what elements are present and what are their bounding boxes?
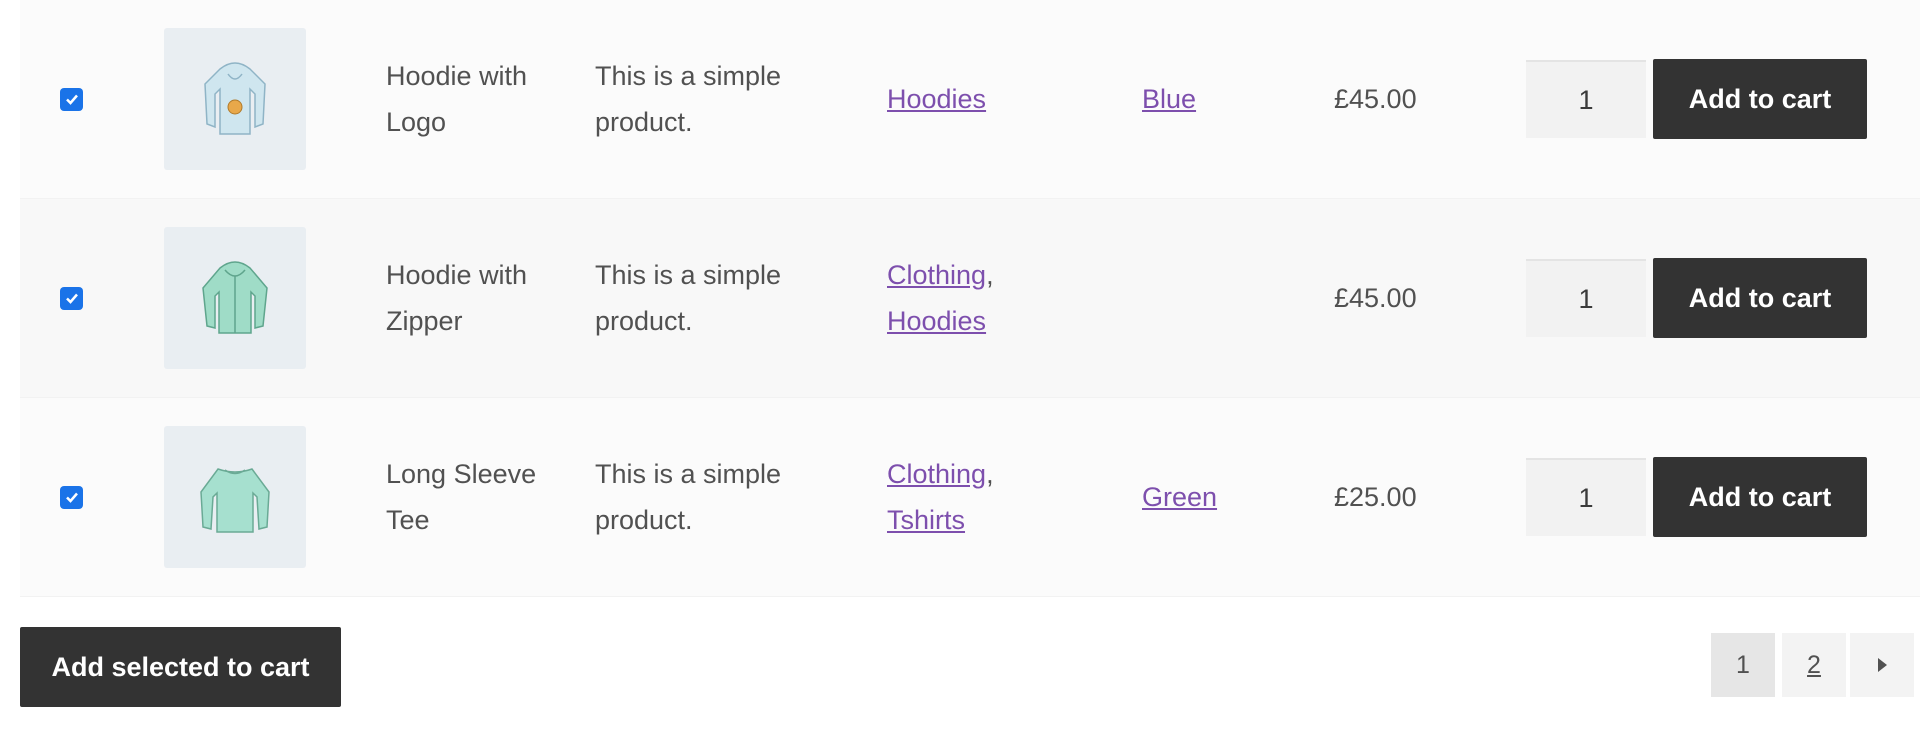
add-to-cart-button[interactable]: Add to cart — [1653, 457, 1867, 537]
product-name[interactable]: Long Sleeve Tee — [386, 451, 546, 543]
product-description: This is a simple product. — [595, 459, 782, 535]
product-attribute: Blue — [1142, 76, 1196, 122]
category-link[interactable]: Hoodies — [887, 306, 986, 336]
product-attribute: Green — [1142, 474, 1217, 520]
category-link[interactable]: Tshirts — [887, 505, 965, 535]
category-separator: , — [986, 260, 994, 290]
category-link[interactable]: Clothing — [887, 459, 986, 489]
quantity-input[interactable]: 1 — [1526, 458, 1646, 536]
long-sleeve-tee-image[interactable] — [164, 426, 306, 568]
category-separator: , — [986, 459, 994, 489]
row-select-checkbox[interactable] — [60, 286, 83, 310]
hoodie-with-zipper-image[interactable] — [164, 227, 306, 369]
hoodie-with-logo-image[interactable] — [164, 28, 306, 170]
quantity-input[interactable]: 1 — [1526, 60, 1646, 138]
pagination-next-button[interactable] — [1850, 633, 1914, 697]
table-row: Hoodie with Zipper This is a simple prod… — [20, 199, 1920, 398]
chevron-right-icon — [1878, 658, 1887, 672]
category-link[interactable]: Clothing — [887, 260, 986, 290]
product-categories: Clothing, Tshirts — [887, 451, 994, 543]
product-categories: Hoodies — [887, 76, 986, 122]
product-description: This is a simple product. — [595, 61, 782, 137]
quantity-input[interactable]: 1 — [1526, 259, 1646, 337]
product-price: £45.00 — [1334, 84, 1417, 114]
product-categories: Clothing, Hoodies — [887, 252, 994, 344]
product-name[interactable]: Hoodie with Zipper — [386, 252, 546, 344]
category-link[interactable]: Hoodies — [887, 84, 986, 114]
add-selected-to-cart-button[interactable]: Add selected to cart — [20, 627, 341, 707]
product-name-text: Hoodie with Zipper — [386, 260, 528, 336]
product-price: £45.00 — [1334, 283, 1417, 313]
product-description: This is a simple product. — [595, 260, 782, 336]
attribute-link[interactable]: Green — [1142, 482, 1217, 512]
pagination-current-page: 1 — [1711, 633, 1775, 697]
row-select-checkbox[interactable] — [60, 87, 83, 111]
table-row: Long Sleeve Tee This is a simple product… — [20, 398, 1920, 597]
add-to-cart-button[interactable]: Add to cart — [1653, 258, 1867, 338]
product-price: £25.00 — [1334, 482, 1417, 512]
product-name[interactable]: Hoodie with Logo — [386, 53, 546, 145]
pagination-page-link[interactable]: 2 — [1782, 633, 1846, 697]
product-table: Hoodie with Logo This is a simple produc… — [20, 0, 1920, 597]
row-select-checkbox[interactable] — [60, 485, 83, 509]
attribute-link[interactable]: Blue — [1142, 84, 1196, 114]
table-row: Hoodie with Logo This is a simple produc… — [20, 0, 1920, 199]
add-to-cart-button[interactable]: Add to cart — [1653, 59, 1867, 139]
